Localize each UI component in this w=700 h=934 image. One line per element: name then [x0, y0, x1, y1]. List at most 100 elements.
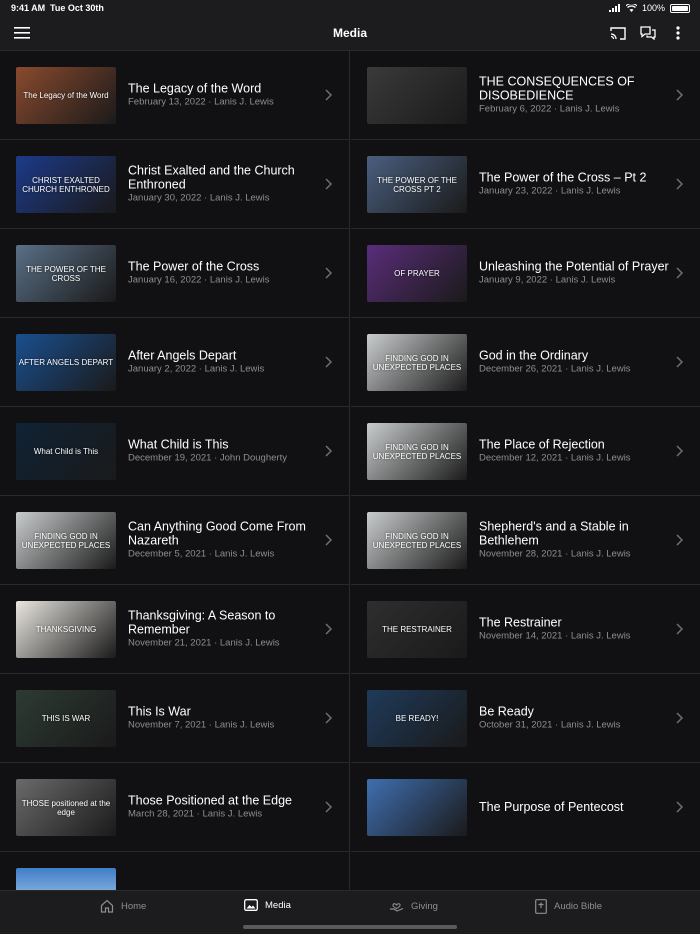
chevron-right-icon	[325, 89, 333, 101]
status-time: 9:41 AM	[11, 3, 46, 13]
home-icon	[100, 899, 114, 913]
media-item[interactable]: OF PRAYER Unleashing the Potential of Pra…	[351, 229, 700, 318]
tab-label: Giving	[411, 900, 438, 912]
media-item[interactable]: CHRIST EXALTED CHURCH ENTHRONED Christ Ex…	[0, 140, 349, 229]
thumbnail-caption: FINDING GOD IN UNEXPECTED PLACES	[372, 353, 462, 372]
media-item[interactable]: FINDING GOD IN UNEXPECTED PLACES Can Anyt…	[0, 496, 349, 585]
media-thumbnail: FINDING GOD IN UNEXPECTED PLACES	[16, 512, 116, 569]
media-item-text: After Angels Depart January 2, 2022 · Lan…	[128, 349, 319, 376]
media-thumbnail: THE RESTRAINER	[367, 601, 467, 658]
tab-home[interactable]: Home	[100, 899, 146, 913]
media-item-text: The Power of the Cross January 16, 2022 ·…	[128, 260, 319, 287]
media-thumbnail: What Child is This	[16, 423, 116, 480]
media-item[interactable]: The Purpose of Pentecost	[351, 763, 700, 852]
media-item[interactable]: FINDING GOD IN UNEXPECTED PLACES The Plac…	[351, 407, 700, 496]
thumbnail-caption: What Child is This	[33, 447, 99, 456]
media-thumbnail: FINDING GOD IN UNEXPECTED PLACES	[367, 512, 467, 569]
media-item[interactable]: THIS IS WAR This Is War November 7, 2021 ·…	[0, 674, 349, 763]
media-item-text: Thanksgiving: A Season to Remember Novemb…	[128, 609, 319, 650]
media-item-meta: January 16, 2022 · Lanis J. Lewis	[128, 274, 270, 286]
media-item-meta: January 9, 2022 · Lanis J. Lewis	[479, 274, 616, 286]
media-item-meta: October 31, 2021 · Lanis J. Lewis	[479, 719, 621, 731]
media-item-meta: November 28, 2021 · Lanis J. Lewis	[479, 548, 631, 560]
thumbnail-caption: THE RESTRAINER	[382, 625, 452, 634]
media-item[interactable]: THE POWER OF THE CROSS The Power of the C…	[0, 229, 349, 318]
thumbnail-caption: OF PRAYER	[394, 269, 440, 278]
tab-giving[interactable]: Giving	[389, 899, 438, 913]
more-options-icon[interactable]	[667, 22, 689, 44]
media-item-meta: February 6, 2022 · Lanis J. Lewis	[479, 103, 620, 115]
media-item-text: Can Anything Good Come From Nazareth Dece…	[128, 520, 319, 561]
media-thumbnail	[16, 868, 116, 890]
media-thumbnail	[367, 779, 467, 836]
media-item-title: The Power of the Cross – Pt 2	[479, 170, 647, 185]
tab-bar: Home Media Giving Audio Bible	[0, 890, 700, 934]
media-item[interactable]: BE READY! Be Ready October 31, 2021 · Lani…	[351, 674, 700, 763]
page-title: Media	[332, 26, 367, 40]
chevron-right-icon	[325, 445, 333, 457]
media-list: The Legacy of the Word The Legacy of the …	[0, 51, 700, 890]
media-item-text: This Is War November 7, 2021 · Lanis J. L…	[128, 705, 319, 732]
media-thumbnail: THE POWER OF THE CROSS	[16, 245, 116, 302]
media-item-title: The Purpose of Pentecost	[479, 800, 624, 814]
chevron-right-icon	[676, 356, 684, 368]
chat-icon[interactable]	[637, 22, 659, 44]
thumbnail-caption: FINDING GOD IN UNEXPECTED PLACES	[21, 531, 111, 550]
media-item[interactable]: What Child is This What Child is This Dece…	[0, 407, 349, 496]
chevron-right-icon	[676, 445, 684, 457]
media-item-title: After Angels Depart	[128, 348, 237, 363]
media-item-title: Unleashing the Potential of Prayer	[479, 259, 669, 274]
media-item-meta: March 28, 2021 · Lanis J. Lewis	[128, 808, 263, 820]
media-item[interactable]: THE CONSEQUENCES OF DISOBEDIENCE February…	[351, 51, 700, 140]
media-item-meta: December 12, 2021 · Lanis J. Lewis	[479, 452, 631, 464]
media-thumbnail: BE READY!	[367, 690, 467, 747]
media-item-text: God in the Ordinary December 26, 2021 · L…	[479, 349, 670, 376]
media-item-text: The Power of the Cross – Pt 2 January 23,…	[479, 171, 670, 198]
media-item-partial[interactable]	[0, 852, 349, 890]
chevron-right-icon	[325, 178, 333, 190]
media-item[interactable]: FINDING GOD IN UNEXPECTED PLACES Shepherd…	[351, 496, 700, 585]
media-thumbnail: THANKSGIVING	[16, 601, 116, 658]
chevron-right-icon	[325, 712, 333, 724]
media-item-title: THE CONSEQUENCES OF DISOBEDIENCE	[479, 74, 635, 103]
media-icon	[244, 899, 258, 911]
battery-icon	[670, 3, 690, 13]
status-right: 100%	[608, 3, 690, 13]
media-item-text: The Place of Rejection December 12, 2021 …	[479, 438, 670, 465]
battery-percent: 100%	[641, 3, 665, 13]
media-item[interactable]: FINDING GOD IN UNEXPECTED PLACES God in t…	[351, 318, 700, 407]
wifi-icon	[625, 4, 637, 12]
media-item-text: The Restrainer November 14, 2021 · Lanis …	[479, 616, 670, 643]
media-item[interactable]: THANKSGIVING Thanksgiving: A Season to Re…	[0, 585, 349, 674]
tab-audio-bible[interactable]: Audio Bible	[535, 899, 602, 914]
media-item-text: The Legacy of the Word February 13, 2022 …	[128, 82, 319, 109]
chevron-right-icon	[676, 267, 684, 279]
tab-label: Media	[265, 899, 291, 911]
media-item[interactable]: THE RESTRAINER The Restrainer November 14,…	[351, 585, 700, 674]
media-item[interactable]: THOSE positioned at the edge Those Positi…	[0, 763, 349, 852]
media-item-meta: November 14, 2021 · Lanis J. Lewis	[479, 630, 631, 642]
media-thumbnail: THE POWER OF THE CROSS PT 2	[367, 156, 467, 213]
media-item-meta: January 23, 2022 · Lanis J. Lewis	[479, 185, 621, 197]
media-item-title: Thanksgiving: A Season to Remember	[128, 608, 276, 637]
chevron-right-icon	[325, 267, 333, 279]
media-item-title: Shepherd's and a Stable in Bethlehem	[479, 519, 629, 548]
media-item[interactable]: AFTER ANGELS DEPART After Angels Depart Ja…	[0, 318, 349, 407]
media-thumbnail: FINDING GOD IN UNEXPECTED PLACES	[367, 334, 467, 391]
status-date: Tue Oct 30th	[50, 3, 104, 13]
column-divider	[349, 51, 350, 890]
media-item-text: Shepherd's and a Stable in Bethlehem Nove…	[479, 520, 670, 561]
thumbnail-caption: THE POWER OF THE CROSS	[26, 264, 106, 283]
tab-media[interactable]: Media	[244, 899, 291, 911]
thumbnail-caption: CHRIST EXALTED CHURCH ENTHRONED	[22, 175, 110, 194]
giving-icon	[390, 903, 404, 912]
thumbnail-caption	[367, 67, 467, 124]
media-item-text: Christ Exalted and the Church Enthroned J…	[128, 164, 319, 205]
media-item[interactable]: THE POWER OF THE CROSS PT 2 The Power of …	[351, 140, 700, 229]
media-item-meta: December 5, 2021 · Lanis J. Lewis	[128, 548, 275, 560]
media-item-text: Those Positioned at the Edge March 28, 20…	[128, 794, 319, 821]
chevron-right-icon	[325, 534, 333, 546]
media-item[interactable]: The Legacy of the Word The Legacy of the …	[0, 51, 349, 140]
media-item-title: This Is War	[128, 704, 191, 719]
cast-icon[interactable]	[607, 22, 629, 44]
